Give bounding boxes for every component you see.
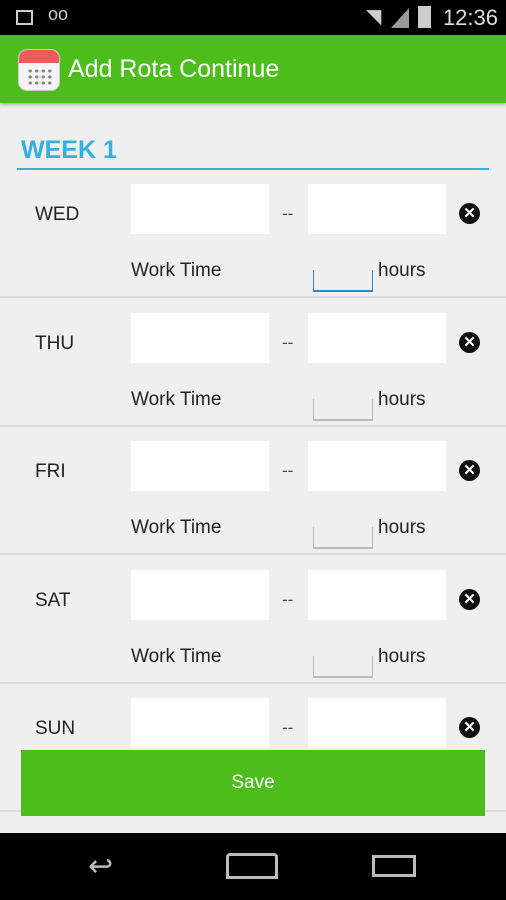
start-time-input[interactable]	[131, 698, 269, 748]
day-row: WED -- ✕ Work Time hours	[0, 170, 506, 298]
clear-icon[interactable]: ✕	[459, 203, 480, 224]
work-time-label: Work Time	[131, 645, 222, 667]
navigation-bar: ↩	[0, 833, 506, 900]
day-label: FRI	[35, 461, 66, 482]
time-separator: --	[282, 204, 294, 223]
hours-input[interactable]	[313, 270, 373, 292]
clock: 12:36	[442, 5, 498, 30]
start-time-input[interactable]	[131, 312, 269, 363]
hours-input[interactable]	[313, 655, 373, 678]
day-label: WED	[35, 204, 80, 225]
hours-label: hours	[378, 260, 426, 281]
page-title: Add Rota Continue	[68, 55, 280, 83]
time-separator: --	[282, 718, 294, 737]
wifi-icon: ◥	[366, 6, 382, 28]
start-time-input[interactable]	[131, 441, 269, 491]
end-time-input[interactable]	[308, 698, 446, 748]
clear-icon[interactable]: ✕	[459, 588, 480, 610]
time-separator: --	[282, 332, 294, 352]
recents-icon[interactable]	[372, 855, 416, 877]
clear-icon[interactable]: ✕	[459, 717, 480, 738]
hours-label: hours	[378, 645, 426, 667]
end-time-input[interactable]	[308, 312, 446, 363]
end-time-input[interactable]	[308, 184, 446, 234]
calendar-icon[interactable]	[18, 49, 60, 91]
day-label: THU	[35, 332, 75, 354]
start-time-input[interactable]	[131, 184, 269, 234]
save-button[interactable]: Save	[21, 750, 485, 816]
voicemail-icon: oo	[48, 4, 69, 24]
time-separator: --	[282, 461, 294, 480]
app-bar: Add Rota Continue	[0, 35, 506, 103]
clear-icon[interactable]: ✕	[459, 460, 480, 481]
signal-icon	[391, 8, 409, 28]
day-row: SAT -- ✕ Work Time hours	[0, 556, 506, 684]
end-time-input[interactable]	[308, 569, 446, 620]
work-time-label: Work Time	[131, 517, 222, 538]
work-time-label: Work Time	[131, 388, 222, 410]
day-label: SAT	[35, 589, 71, 611]
work-time-label: Work Time	[131, 260, 222, 281]
week-heading: WEEK 1	[21, 136, 117, 164]
home-icon[interactable]	[226, 853, 278, 879]
day-row: FRI -- ✕ Work Time hours	[0, 427, 506, 555]
status-bar: oo ◥ 12:36	[0, 0, 506, 35]
day-label: SUN	[35, 718, 76, 739]
time-separator: --	[282, 589, 294, 609]
image-icon	[16, 10, 33, 25]
start-time-input[interactable]	[131, 569, 269, 620]
back-icon[interactable]: ↩	[88, 849, 113, 884]
rota-form[interactable]: WEEK 1 WED -- ✕ Work Time hours THU -- ✕ …	[0, 103, 506, 833]
hours-label: hours	[378, 388, 426, 410]
end-time-input[interactable]	[308, 441, 446, 491]
battery-icon	[418, 6, 431, 28]
hours-input[interactable]	[313, 398, 373, 421]
day-row: THU -- ✕ Work Time hours	[0, 299, 506, 427]
hours-input[interactable]	[313, 527, 373, 549]
hours-label: hours	[378, 517, 426, 538]
clear-icon[interactable]: ✕	[459, 331, 480, 353]
